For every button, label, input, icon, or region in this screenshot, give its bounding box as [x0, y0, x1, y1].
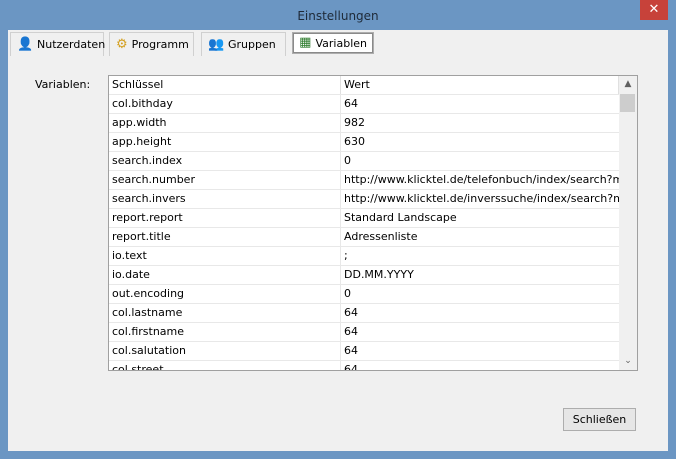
dialog-client: 👤 Nutzerdaten ⚙ Programm 👥 Gruppen ▦ Variabl… [8, 30, 668, 451]
group-icon: 👥 [208, 36, 225, 52]
key-cell[interactable]: report.title [109, 228, 341, 246]
column-header-key[interactable]: Schlüssel [109, 76, 341, 94]
table-row[interactable]: app.width 982 [109, 114, 619, 133]
tab-programm[interactable]: ⚙ Programm [109, 32, 194, 56]
table-row[interactable]: col.lastname 64 [109, 304, 619, 323]
scroll-thumb[interactable] [620, 94, 635, 112]
table-row[interactable]: out.encoding 0 [109, 285, 619, 304]
table-row[interactable]: col.street 64 [109, 361, 619, 370]
key-cell[interactable]: out.encoding [109, 285, 341, 303]
key-cell[interactable]: col.salutation [109, 342, 341, 360]
value-cell[interactable]: 64 [341, 323, 619, 341]
key-cell[interactable]: col.lastname [109, 304, 341, 322]
table-row[interactable]: search.invers http://www.klicktel.de/inve… [109, 190, 619, 209]
tab-label: Gruppen [228, 38, 276, 51]
window-title: Einstellungen [297, 9, 379, 23]
table-row[interactable]: search.number http://www.klicktel.de/tele… [109, 171, 619, 190]
scroll-up-icon[interactable]: ▲ [619, 76, 637, 93]
key-cell[interactable]: col.street [109, 361, 341, 370]
key-cell[interactable]: col.bithday [109, 95, 341, 113]
table-row[interactable]: io.text; [109, 247, 619, 266]
value-cell[interactable]: Standard Landscape [341, 209, 619, 227]
key-cell[interactable]: io.date [109, 266, 341, 284]
value-cell[interactable]: 64 [341, 304, 619, 322]
tab-label: Nutzerdaten [37, 38, 106, 51]
close-icon: ✕ [648, 2, 660, 17]
value-cell[interactable]: 64 [341, 95, 619, 113]
table-row[interactable]: io.date DD.MM.YYYY [109, 266, 619, 285]
gears-icon: ⚙ [116, 36, 128, 52]
variables-table[interactable]: Schlüssel Wert col.bithday 64 app.width 982… [108, 75, 638, 371]
tab-label: Programm [131, 38, 189, 51]
column-header-value[interactable]: Wert [341, 76, 619, 94]
table-row[interactable]: report.report Standard Landscape [109, 209, 619, 228]
vertical-scrollbar[interactable]: ▲ ⌄ [619, 76, 637, 370]
key-cell[interactable]: search.number [109, 171, 341, 189]
key-cell[interactable]: search.index [109, 152, 341, 170]
close-window-button[interactable]: ✕ [640, 0, 668, 20]
table-row[interactable]: col.bithday 64 [109, 95, 619, 114]
tab-nutzerdaten[interactable]: 👤 Nutzerdaten [10, 32, 106, 56]
table-row[interactable]: app.height 630 [109, 133, 619, 152]
table-row[interactable]: col.salutation 64 [109, 342, 619, 361]
table-header: Schlüssel Wert [109, 76, 619, 95]
value-cell[interactable]: 982 [341, 114, 619, 132]
value-cell[interactable]: http://www.klicktel.de/telefonbuch/index… [341, 171, 619, 189]
tab-variablen[interactable]: ▦ Variablen [292, 32, 374, 54]
tab-bar: 👤 Nutzerdaten ⚙ Programm 👥 Gruppen ▦ Variabl… [8, 30, 668, 56]
value-cell[interactable]: ; [341, 247, 619, 265]
tab-label: Variablen [315, 36, 367, 50]
close-button[interactable]: Schließen [563, 408, 636, 431]
value-cell[interactable]: 0 [341, 152, 619, 170]
variables-label: Variablen: [35, 78, 91, 91]
table-row[interactable]: report.title Adressenliste [109, 228, 619, 247]
table-icon: ▦ [299, 35, 312, 50]
key-cell[interactable]: col.firstname [109, 323, 341, 341]
value-cell[interactable]: 64 [341, 342, 619, 360]
key-cell[interactable]: io.text [109, 247, 341, 265]
value-cell[interactable]: 64 [341, 361, 619, 370]
key-cell[interactable]: report.report [109, 209, 341, 227]
scroll-down-icon[interactable]: ⌄ [619, 353, 637, 370]
user-edit-icon: 👤 [17, 36, 34, 52]
value-cell[interactable]: 630 [341, 133, 619, 151]
tab-gruppen[interactable]: 👥 Gruppen [201, 32, 286, 56]
value-cell[interactable]: 0 [341, 285, 619, 303]
value-cell[interactable]: Adressenliste [341, 228, 619, 246]
table-row[interactable]: search.index 0 [109, 152, 619, 171]
value-cell[interactable]: DD.MM.YYYY [341, 266, 619, 284]
value-cell[interactable]: http://www.klicktel.de/inverssuche/index… [341, 190, 619, 208]
table-row[interactable]: col.firstname 64 [109, 323, 619, 342]
key-cell[interactable]: app.width [109, 114, 341, 132]
key-cell[interactable]: search.invers [109, 190, 341, 208]
key-cell[interactable]: app.height [109, 133, 341, 151]
